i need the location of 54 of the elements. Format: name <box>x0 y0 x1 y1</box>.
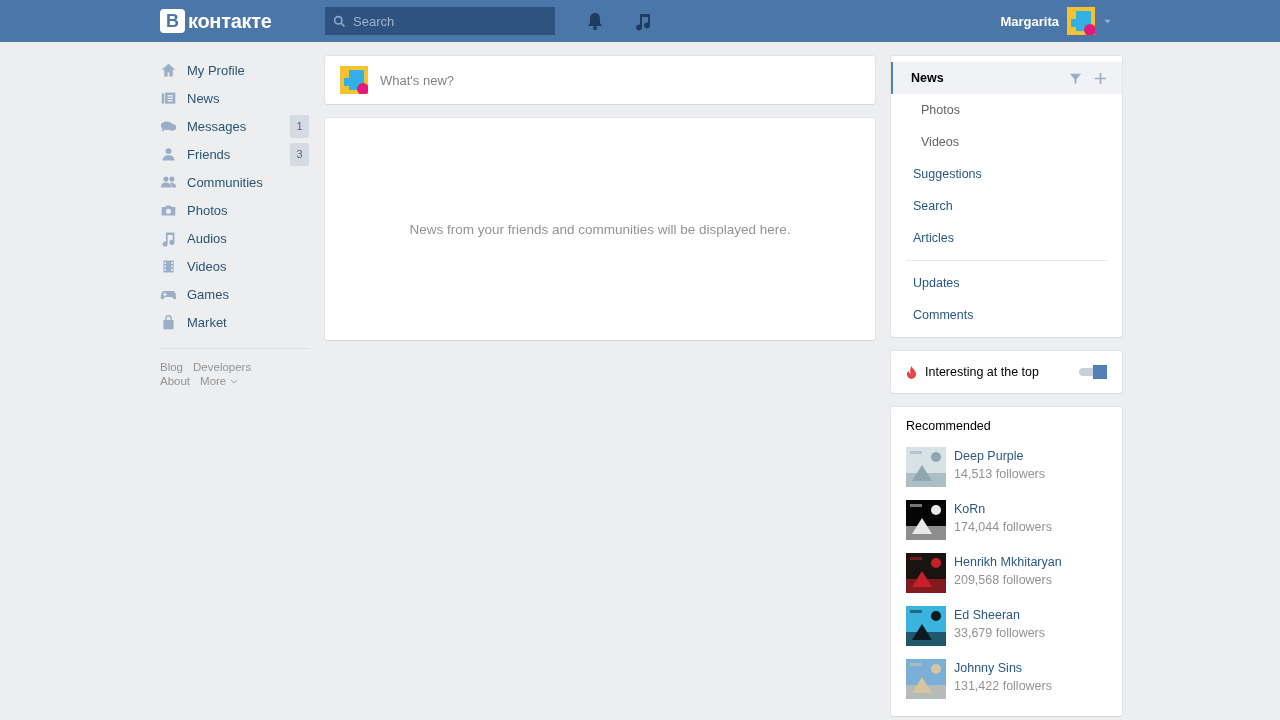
sidebar-item[interactable]: Audios <box>160 224 309 252</box>
follower-count: 14,513 followers <box>954 467 1046 481</box>
sidebar-item[interactable]: Friends 3 <box>160 140 309 168</box>
chevron-down-icon <box>230 378 239 384</box>
plus-icon <box>1094 71 1107 85</box>
menu-item[interactable]: Suggestions <box>891 158 1122 190</box>
post-field[interactable]: What's new? <box>325 56 875 104</box>
empty-feed-message: News from your friends and communities will be displayed here. <box>409 221 791 237</box>
submenu-item[interactable]: Photos <box>891 94 1122 126</box>
section-title: Recommended <box>906 419 992 433</box>
menu-item[interactable]: Search <box>891 190 1122 222</box>
music-note-icon <box>633 11 653 31</box>
sidebar-item[interactable]: Market <box>160 308 309 336</box>
house-icon <box>160 61 177 79</box>
community-link[interactable]: KoRn <box>954 502 1052 516</box>
menu-item[interactable]: Updates <box>891 267 1122 299</box>
menu-item[interactable]: Comments <box>891 299 1122 331</box>
count-badge: 1 <box>290 114 309 138</box>
count-badge: 3 <box>290 142 309 166</box>
caret-icon <box>1103 18 1112 24</box>
logo-mark[interactable]: В <box>160 9 185 33</box>
sidebar-item[interactable]: Messages 1 <box>160 112 309 140</box>
toggle-switch[interactable] <box>1079 365 1107 379</box>
notifications-button[interactable] <box>585 11 605 31</box>
sidebar-item[interactable]: News <box>160 84 309 112</box>
follower-count: 174,044 followers <box>954 520 1052 534</box>
follower-count: 33,679 followers <box>954 626 1046 640</box>
avatar-icon <box>340 66 368 94</box>
flame-icon <box>906 365 917 379</box>
avatar-icon <box>1067 7 1095 35</box>
community-link[interactable]: Ed Sheeran <box>954 608 1046 622</box>
search-icon <box>333 15 346 28</box>
bag-icon <box>160 313 177 331</box>
interesting-label: Interesting at the top <box>925 365 1040 379</box>
bell-icon <box>585 11 605 31</box>
community-link[interactable]: Deep Purple <box>954 449 1046 463</box>
filter-icon <box>1069 71 1082 85</box>
menu-item[interactable]: News <box>891 62 1122 94</box>
community-link[interactable]: Johnny Sins <box>954 661 1052 675</box>
follower-count: 209,568 followers <box>954 573 1053 587</box>
submenu-item[interactable]: Videos <box>891 126 1122 158</box>
person-icon <box>160 145 177 163</box>
user-menu[interactable]: Margarita <box>1000 7 1112 35</box>
music-button[interactable] <box>633 11 653 31</box>
search-field[interactable]: Search <box>325 7 555 35</box>
sidebar-item[interactable]: Videos <box>160 252 309 280</box>
menu-item[interactable]: Articles <box>891 222 1122 254</box>
sidebar-item[interactable]: My Profile <box>160 56 309 84</box>
community-link[interactable]: Henrikh Mkhitaryan <box>954 555 1062 569</box>
sidebar-item[interactable]: Games <box>160 280 309 308</box>
follower-count: 131,422 followers <box>954 679 1052 693</box>
logo-text[interactable]: контакте <box>188 9 272 33</box>
sidebar-item[interactable]: Photos <box>160 196 309 224</box>
sidebar-item[interactable]: Communities <box>160 168 309 196</box>
